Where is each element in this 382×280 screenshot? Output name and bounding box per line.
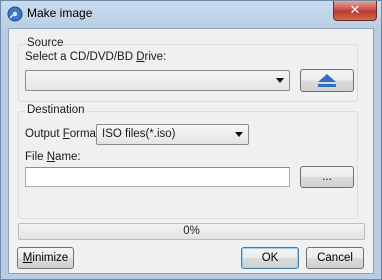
dialog-body: Source Select a CD/DVD/BD Drive: Destina… bbox=[8, 28, 374, 274]
title-bar[interactable]: Make image ✕ bbox=[1, 1, 381, 27]
close-icon: ✕ bbox=[349, 2, 361, 17]
app-icon bbox=[7, 6, 23, 22]
cancel-button-label: Cancel bbox=[317, 252, 353, 264]
ok-button-label: OK bbox=[261, 252, 279, 264]
file-name-label: File Name: bbox=[25, 151, 81, 163]
window-title: Make image bbox=[27, 6, 93, 20]
progress-text: 0% bbox=[183, 225, 200, 237]
chevron-down-icon bbox=[276, 78, 284, 83]
destination-group-title: Destination bbox=[25, 104, 87, 116]
output-format-select[interactable]: ISO files(*.iso) bbox=[96, 124, 249, 145]
progress-bar: 0% bbox=[18, 223, 365, 240]
drive-select[interactable] bbox=[25, 70, 290, 91]
drive-label: Select a CD/DVD/BD Drive: bbox=[25, 51, 167, 63]
eject-button[interactable] bbox=[300, 69, 354, 92]
source-group-title: Source bbox=[25, 37, 66, 49]
output-format-value: ISO files(*.iso) bbox=[102, 128, 176, 140]
destination-group: Destination Output Format: ISO files(*.i… bbox=[18, 104, 358, 219]
source-group: Source Select a CD/DVD/BD Drive: bbox=[18, 37, 358, 102]
ok-button[interactable]: OK bbox=[241, 247, 299, 269]
file-name-input[interactable] bbox=[25, 167, 290, 187]
eject-icon bbox=[318, 74, 336, 87]
minimize-button[interactable]: Minimize bbox=[17, 247, 74, 269]
close-button[interactable]: ✕ bbox=[333, 1, 377, 21]
chevron-down-icon bbox=[235, 132, 243, 137]
minimize-button-label: Minimize bbox=[22, 252, 69, 264]
cancel-button[interactable]: Cancel bbox=[306, 247, 364, 269]
browse-button-label: ... bbox=[322, 171, 332, 183]
browse-button[interactable]: ... bbox=[300, 166, 354, 188]
make-image-dialog: Make image ✕ Source Select a CD/DVD/BD D… bbox=[0, 0, 382, 280]
output-format-label: Output Format: bbox=[25, 128, 103, 140]
